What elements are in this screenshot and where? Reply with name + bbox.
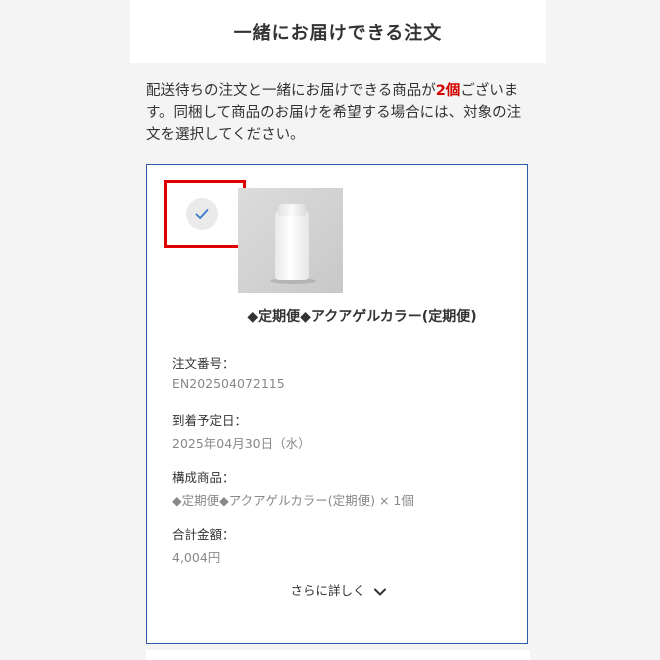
- total-label: 合計金額：: [172, 527, 235, 542]
- product-image: [238, 188, 343, 293]
- page-title: 一緒にお届けできる注文: [233, 22, 443, 44]
- check-icon: [195, 209, 209, 219]
- order-number-label: 注文番号：: [172, 356, 235, 371]
- order-select-checkbox[interactable]: [186, 198, 218, 230]
- bottle-cap: [278, 204, 306, 216]
- item-count: 2個: [435, 83, 461, 99]
- items-label: 構成商品：: [172, 470, 235, 485]
- intro-text-before: 配送待ちの注文と一緒にお届けできる商品が: [146, 83, 436, 99]
- arrival-date-value: 2025年04月30日（水）: [172, 436, 311, 451]
- items-value: ◆定期便◆アクアゲルカラー(定期便) × 1個: [172, 493, 414, 508]
- show-more-label: さらに詳しく: [290, 583, 366, 598]
- page-header: 一緒にお届けできる注文: [130, 0, 546, 63]
- product-name: ◆定期便◆アクアゲルカラー(定期便): [247, 309, 477, 325]
- chevron-down-icon: [373, 588, 386, 595]
- show-more-button[interactable]: さらに詳しく: [146, 580, 530, 599]
- intro-text: 配送待ちの注文と一緒にお届けできる商品が2個ございます。同梱して商品のお届けを希…: [146, 80, 530, 146]
- bottle-body: [275, 210, 309, 280]
- order-number-value: EN202504072115: [172, 376, 285, 391]
- next-card-edge: [146, 650, 530, 660]
- arrival-date-label: 到着予定日：: [172, 413, 248, 428]
- total-value: 4,004円: [172, 550, 221, 565]
